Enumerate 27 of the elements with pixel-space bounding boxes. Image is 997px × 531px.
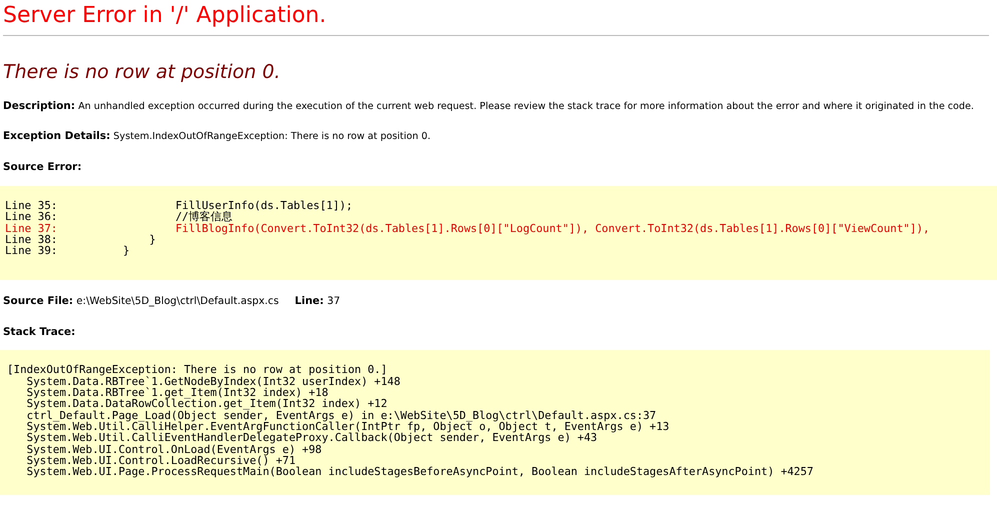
file-path: e:\WebSite\5D_Blog\ctrl\Default.aspx.cs [76,296,279,308]
code-line: Line 35: FillUserInfo(ds.Tables[1]); [5,200,353,212]
field-value: System.IndexOutOfRangeException: There is no row at position 0. [113,131,431,142]
stack-trace-line: System.Web.UI.Control.LoadRecursive() +71 [26,454,296,466]
code-line: Line 36: //博客信息 [5,211,233,223]
stack-trace-line: System.Data.DataRowCollection.get_Item(Int32 index) +12 [26,398,388,410]
stack-trace-line: System.Web.Util.CalliHelper.EventArgFunctionCaller(IntPtr fp, Object o, Object t, EventArgs e) +13 [26,420,670,432]
field-label: Exception Details: [3,130,110,142]
stack-trace-line: System.Web.UI.Page.ProcessRequestMain(Boolean includeStagesBeforeAsyncPoint, Boolean includeStagesAfterAsyncPoint) +4257 [26,466,814,478]
line-number: 37 [327,296,340,308]
section-heading: Stack Trace: [3,326,76,338]
field-label: Description: [3,100,76,112]
stack-trace-line: ctrl_Default.Page_Load(Object sender, EventArgs e) in e:\WebSite\5D_Blog\ctrl\Default.aspx.cs:37 [26,410,656,421]
code-line: Line 38: } [5,234,156,246]
stack-trace-line: System.Web.UI.Control.OnLoad(EventArgs e) +98 [26,444,322,455]
field-label: Source File: [3,295,74,308]
error-message: There is no row at position 0. [3,60,280,84]
stack-trace-line: System.Data.RBTree`1.get_Item(Int32 index) +18 [26,387,328,398]
code-line: Line 37: FillBlogInfo(Convert.ToInt32(ds.Tables[1].Rows[0]["LogCount"]), Convert.ToInt32(ds.Tables[1].Rows[0]["ViewCount"]), [5,222,930,234]
code-line: Line 39: } [5,245,130,256]
field-label: Line: [294,295,324,308]
stack-trace-line: [IndexOutOfRangeException: There is no row at position 0.] [7,364,388,376]
stack-trace-line: System.Web.Util.CalliEventHandlerDelegateProxy.Callback(Object sender, EventArgs e) +43 [26,432,598,444]
field-value: An unhandled exception occurred during the execution of the current web request. Please review the stack trace for more information about the error and where it originated in the code. [78,101,974,112]
section-heading: Source Error: [3,161,82,173]
page-title: Server Error in '/' Application. [3,2,328,30]
stack-trace-line: System.Data.RBTree`1.GetNodeByIndex(Int32 userIndex) +148 [26,376,400,388]
